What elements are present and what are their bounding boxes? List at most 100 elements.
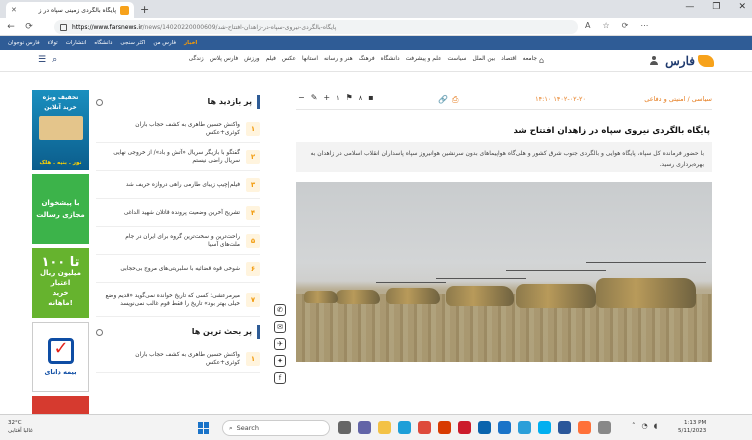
menu-item-photo[interactable]: عکس [282,56,296,62]
teams-icon[interactable] [358,421,371,434]
twitter-icon[interactable]: ✦ [274,355,286,367]
clock[interactable]: 1:13 PM 5/11/2023 [678,419,706,435]
logo-text: فارس [665,54,695,68]
more-menu-icon[interactable]: ⋯ [640,21,648,30]
menu-item-international[interactable]: بین الملل [472,56,495,62]
comment-count: ۸ [358,93,363,102]
menu-item-science[interactable]: علم و پیشرفت [406,56,442,62]
menu-item-politics[interactable]: سیاست [448,56,467,62]
close-window-button[interactable]: ✕ [738,2,746,12]
ad-banner-credit[interactable]: تا ۱۰۰ میلیون ریال اعتبار خرید ماهانه! [32,248,89,318]
fars-logo-mark-icon [698,55,714,67]
refresh-icon[interactable]: ⟳ [22,22,36,32]
windows-start-icon[interactable] [198,422,210,434]
menu-item-society[interactable]: جامعه [523,56,537,62]
comment-icon[interactable]: ▪ [368,93,373,102]
office-icon[interactable] [438,421,451,434]
new-tab-button[interactable]: + [140,3,149,16]
maximize-button[interactable]: ❐ [712,2,720,12]
edit-icon[interactable]: ✎ [311,93,318,102]
rank-number: ۱ [246,121,260,136]
taskbar-search[interactable]: ⌕ Search [222,420,330,436]
read-aloud-icon[interactable]: A [585,21,590,30]
telegram-icon[interactable]: ✈ [274,338,286,350]
chevron-icon[interactable] [96,99,103,106]
chrome-icon[interactable] [418,421,431,434]
hamburger-menu-icon[interactable]: ☰ [38,55,46,65]
back-arrow-icon[interactable]: ← [4,22,18,32]
list-item[interactable]: ۴ تشریح آخرین وضعیت پرونده قاتلان شهید ال… [96,199,260,227]
text-increase-icon[interactable]: + [323,93,330,102]
task-view-icon[interactable] [338,421,351,434]
browser-tools: A ☆ ⟳ ⋯ [585,21,648,30]
mail-icon[interactable] [478,421,491,434]
menu-item-culture[interactable]: فرهنگ [359,56,375,62]
topstrip-link-publications[interactable]: انتشارات [66,40,87,46]
menu-item-sport[interactable]: ورزش [244,56,259,62]
edge-browser-icon[interactable] [398,421,411,434]
search-label: Search [236,424,259,432]
ad-banner-resalat[interactable]: با پیشخوان مجازی رسالت [32,174,89,244]
topstrip-link-tola[interactable]: تولاء [48,40,58,46]
firefox-icon[interactable] [578,421,591,434]
favorite-star-icon[interactable]: ☆ [602,21,609,30]
topstrip-link-news[interactable]: اخبار [184,40,197,46]
wifi-icon[interactable]: ◔ [642,422,648,430]
photo-rotor [376,282,446,283]
menu-item-provinces[interactable]: استانها [302,56,318,62]
facebook-icon[interactable]: f [274,372,286,384]
text-decrease-icon[interactable]: − [298,93,305,102]
photos-icon[interactable] [518,421,531,434]
menu-item-film[interactable]: فیلم [266,56,276,62]
minimize-button[interactable]: — [685,2,694,12]
rank-number: ۷ [246,292,260,307]
url-field[interactable]: https://www.farsnews.ir /news/1402022000… [54,20,578,34]
word-icon[interactable] [558,421,571,434]
photo-helicopter [336,290,380,304]
opera-icon[interactable] [458,421,471,434]
list-item[interactable]: ۵ راحت‌ترین و سخت‌ترین گروه برای ایران در… [96,227,260,255]
list-item[interactable]: ۷ میرمرعشی: کسی که تاریخ خوانده نمی‌گوید … [96,283,260,317]
store-icon[interactable] [498,421,511,434]
menu-item-fars-plus[interactable]: فارس پلاس [210,56,238,62]
list-item[interactable]: ۳ فیلم|چیپ زیبای طارمی راهی دروازه حریف ش… [96,171,260,199]
home-icon[interactable]: ⌂ [539,56,547,65]
menu-item-university[interactable]: دانشگاه [381,56,400,62]
menu-item-life[interactable]: زندگی [189,56,204,62]
ad-banner-insurance[interactable]: بیمه دانای [32,322,89,392]
topstrip-link-university[interactable]: دانشگاه [94,40,112,46]
chevron-up-icon[interactable]: ˄ [632,422,636,430]
browser-tab[interactable]: پایگاه بالگردی زمینی سپاه در ز ✕ [6,2,134,18]
search-icon[interactable]: ⌕ [52,55,57,65]
email-icon[interactable]: ✉ [274,321,286,333]
list-item[interactable]: ۱ واکنش حسین طاهری به کشف حجاب باران کوثر… [96,115,260,143]
topstrip-link-poll[interactable]: اکثر سنجی [120,40,145,46]
user-icon[interactable] [650,56,658,65]
site-logo[interactable]: فارس [665,54,714,68]
close-tab-icon[interactable]: ✕ [11,6,17,14]
weather-widget[interactable]: 32°C غالبا آفتابی [8,419,33,435]
settings-icon[interactable] [598,421,611,434]
skype-icon[interactable] [538,421,551,434]
rank-number: ۵ [246,233,260,248]
whatsapp-icon[interactable]: ✆ [274,304,286,316]
list-item[interactable]: ۱ واکنش حسین طاهری به کشف حجاب باران کوثر… [96,345,260,373]
address-bar-row: ← ⟳ https://www.farsnews.ir /news/140202… [0,18,752,36]
print-icon[interactable]: ⎙ [452,95,458,105]
copy-link-icon[interactable]: 🔗 [438,95,448,104]
menu-item-economy[interactable]: اقتصاد [501,56,517,62]
bookmark-icon[interactable]: ⚑ [346,93,353,102]
list-item[interactable]: ۶ شوخی قوه قضائیه با سلبریتی‌های مروج بی‌… [96,255,260,283]
search-icon: ⌕ [229,423,233,432]
sync-icon[interactable]: ⟳ [622,21,629,30]
sidebar: پر بازدید ها ۱ واکنش حسین طاهری به کشف حج… [96,91,260,373]
ad-banner-bookstore[interactable]: تخفیف ویژه خرید آنلاین نور . بنیه . هلک [32,90,89,170]
file-explorer-icon[interactable] [378,421,391,434]
volume-icon[interactable]: ◖ [654,422,658,430]
topstrip-link-teen[interactable]: فارس نوجوان [8,40,40,46]
topstrip-link-fars-man[interactable]: فارس من [153,40,176,46]
menu-item-art-media[interactable]: هنر و رسانه [324,56,353,62]
list-item[interactable]: ۲ گفتگو با بازیگر سریال «آتش و باد»/ از خ… [96,143,260,171]
chevron-icon[interactable] [96,329,103,336]
article-category[interactable]: سیاسی / امنیتی و دفاعی [644,95,712,103]
